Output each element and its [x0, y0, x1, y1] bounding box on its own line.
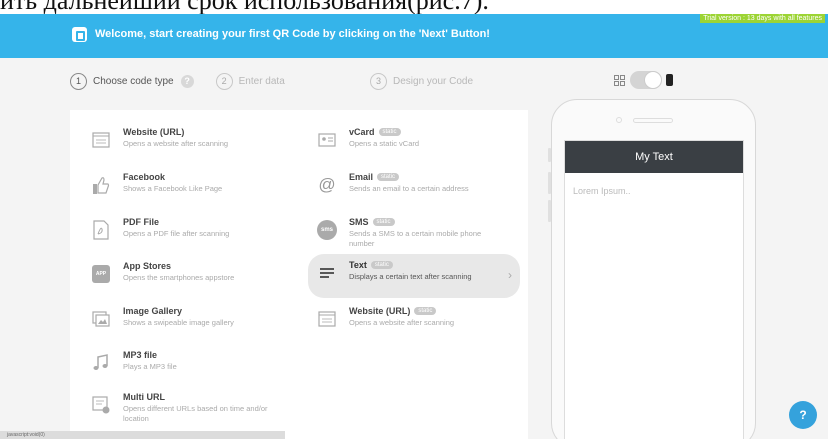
code-type-multi-url[interactable]: Multi URL Opens different URLs based on t… [88, 392, 298, 424]
code-type-pdf-file[interactable]: PDF File Opens a PDF file after scanning [88, 217, 298, 243]
qr-code-icon[interactable] [614, 74, 625, 86]
web-page-icon [314, 306, 340, 332]
preview-mode-toggle[interactable] [614, 71, 673, 89]
qr-generator-page: ить дальнейший срок использования(рис.7)… [0, 0, 828, 439]
step-label: Enter data [238, 75, 285, 87]
code-type-website-url-static[interactable]: Website (URL) static Opens a website after… [314, 306, 524, 332]
help-icon[interactable]: ? [180, 74, 194, 88]
step-choose-code-type[interactable]: 1 Choose code type ? [70, 72, 194, 90]
code-type-website-url[interactable]: Website (URL) Opens a website after scann… [88, 127, 298, 153]
code-type-facebook[interactable]: Facebook Shows a Facebook Like Page [88, 172, 298, 198]
pdf-icon [88, 217, 114, 243]
code-type-sms[interactable]: sms SMS static Sends a SMS to a certain mo… [314, 217, 524, 249]
smartphone-icon[interactable] [666, 74, 673, 86]
static-badge: static [372, 218, 395, 226]
code-type-app-stores[interactable]: APP App Stores Opens the smartphones apps… [88, 261, 298, 287]
gallery-icon [88, 306, 114, 332]
code-type-email[interactable]: @ Email static Sends an email to a certain… [314, 172, 524, 198]
welcome-banner: Welcome, start creating your first QR Co… [0, 14, 828, 58]
thumbs-up-icon [88, 172, 114, 198]
step-design-code[interactable]: 3 Design your Code [370, 73, 473, 90]
step-label: Choose code type [93, 75, 174, 87]
text-lines-icon [314, 260, 340, 286]
static-badge: static [377, 173, 400, 181]
phone-preview: My Text Lorem Ipsum.. [548, 99, 756, 439]
qr-logo-icon [72, 27, 87, 42]
code-type-text[interactable]: Text static Displays a certain text after … [308, 254, 520, 298]
chevron-right-icon: › [508, 268, 512, 282]
code-type-vcard[interactable]: vCard static Opens a static vCard [314, 127, 524, 153]
code-type-list: Website (URL) Opens a website after scann… [70, 110, 528, 439]
trial-badge[interactable]: Trial version : 13 days with all feature… [700, 14, 825, 23]
static-badge: static [378, 128, 401, 136]
step-label: Design your Code [393, 76, 474, 87]
welcome-text: Welcome, start creating your first QR Co… [95, 28, 490, 40]
phone-screen: My Text Lorem Ipsum.. [564, 140, 744, 439]
preview-body: Lorem Ipsum.. [573, 186, 631, 196]
browser-status-bar: javascript:void(0) [0, 431, 285, 439]
static-badge: static [370, 261, 393, 269]
step-enter-data[interactable]: 2 Enter data [215, 72, 285, 90]
phone-camera [616, 117, 622, 123]
music-note-icon [88, 350, 114, 376]
phone-speaker [633, 118, 673, 123]
wizard-steps: 1 Choose code type ? 2 Enter data [70, 70, 307, 92]
help-chat-button[interactable]: ? [789, 401, 817, 429]
web-page-icon [88, 127, 114, 153]
static-badge: static [414, 307, 437, 315]
preview-header: My Text [565, 141, 743, 173]
app-icon: APP [88, 261, 114, 287]
document-caption: ить дальнейший срок использования(рис.7)… [0, 0, 828, 14]
vcard-icon [314, 127, 340, 153]
multi-url-icon [88, 392, 114, 418]
code-type-mp3-file[interactable]: MP3 file Plays a MP3 file [88, 350, 298, 376]
code-type-image-gallery[interactable]: Image Gallery Shows a swipeable image gal… [88, 306, 298, 332]
toggle-switch[interactable] [630, 71, 662, 89]
sms-icon: sms [314, 217, 340, 243]
at-icon: @ [318, 175, 336, 194]
